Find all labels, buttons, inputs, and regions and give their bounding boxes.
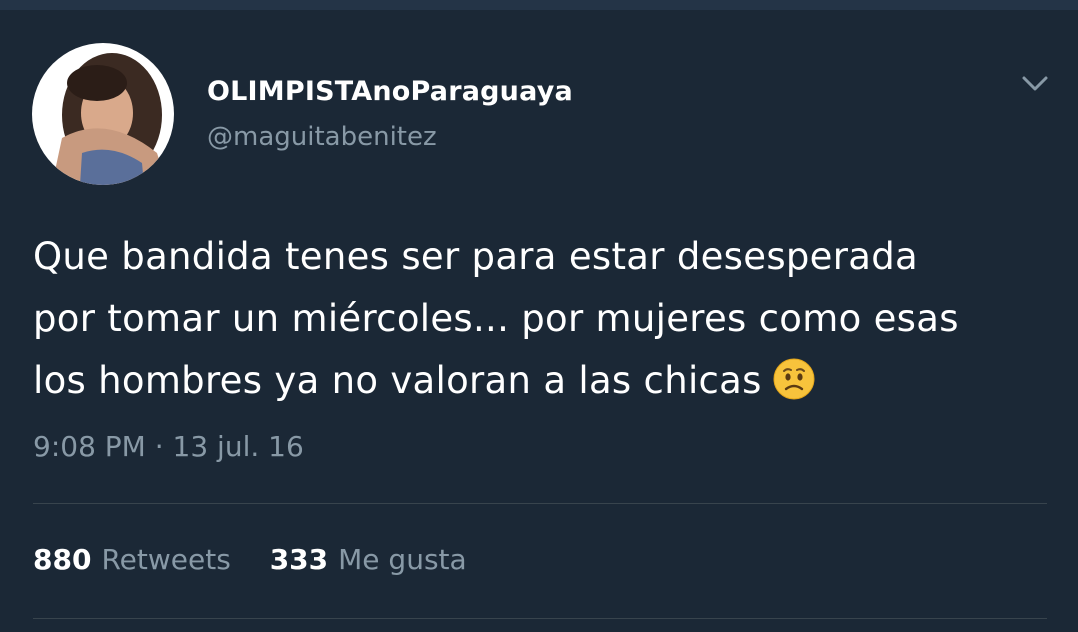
- retweets-count: 880: [33, 543, 92, 576]
- divider: [33, 503, 1047, 504]
- tweet-timestamp[interactable]: 9:08 PM · 13 jul. 16: [33, 430, 304, 463]
- chevron-down-icon[interactable]: [1020, 70, 1050, 96]
- worried-face-emoji-icon: [772, 357, 816, 420]
- divider: [33, 618, 1047, 619]
- author-handle[interactable]: @maguitabenitez: [207, 122, 437, 152]
- tweet-text-line-content: los hombres ya no valoran a las chicas: [33, 359, 762, 402]
- tweet-text-line: por tomar un miércoles... por mujeres co…: [33, 297, 959, 340]
- top-bar: [0, 0, 1078, 10]
- avatar[interactable]: [32, 43, 174, 185]
- retweets-label: Retweets: [101, 543, 231, 576]
- author-display-name[interactable]: OLIMPISTAnoParaguaya: [207, 76, 573, 107]
- likes-count: 333: [269, 543, 329, 576]
- tweet-text-line: Que bandida tenes ser para estar desespe…: [33, 235, 918, 278]
- tweet-text-line: los hombres ya no valoran a las chicas: [33, 350, 1043, 420]
- tweet-text: Que bandida tenes ser para estar desespe…: [33, 226, 1043, 420]
- likes-stat[interactable]: 333 Me gusta: [270, 543, 467, 576]
- likes-label: Me gusta: [338, 543, 467, 576]
- tweet-stats: 880 Retweets 333 Me gusta: [33, 543, 467, 576]
- retweets-stat[interactable]: 880 Retweets: [33, 543, 231, 576]
